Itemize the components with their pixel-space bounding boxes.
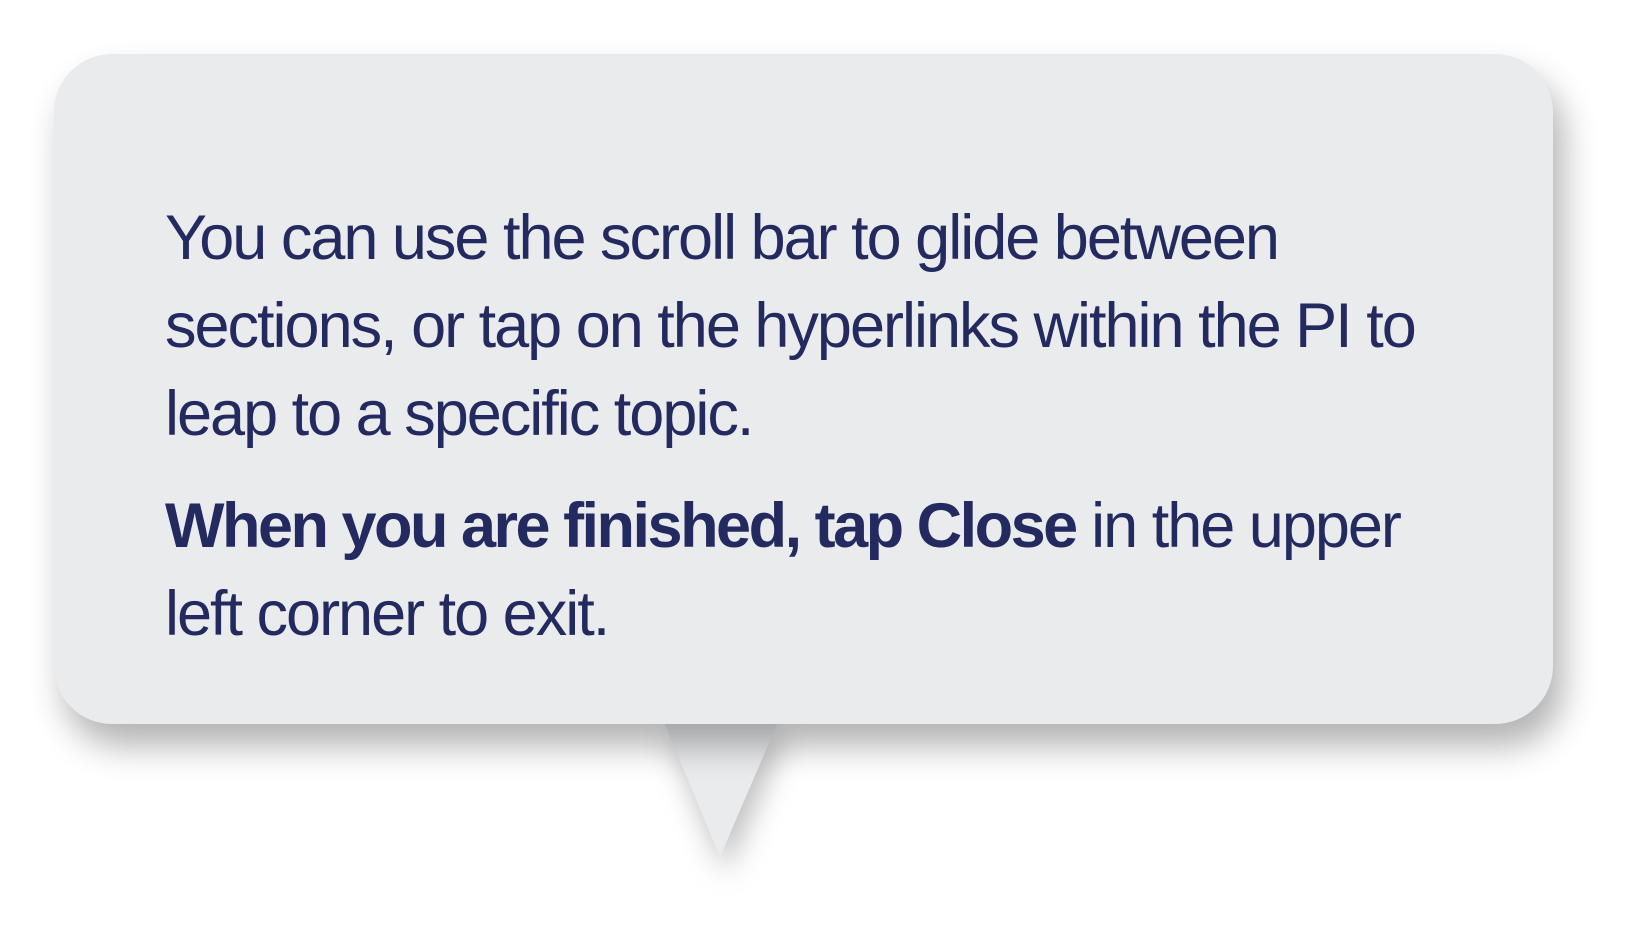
tooltip-stage: You can use the scroll bar to glide betw…: [0, 0, 1633, 940]
scroll-instructions-text: You can use the scroll bar to glide betw…: [165, 203, 1417, 449]
callout-tail: [664, 722, 778, 857]
callout-tail-join: [640, 700, 800, 724]
tooltip-bubble: You can use the scroll bar to glide betw…: [54, 54, 1553, 724]
close-instructions-bold: When you are finished, tap Close: [165, 491, 1078, 561]
close-instructions-text: When you are finished, tap Close in the …: [165, 482, 1453, 658]
